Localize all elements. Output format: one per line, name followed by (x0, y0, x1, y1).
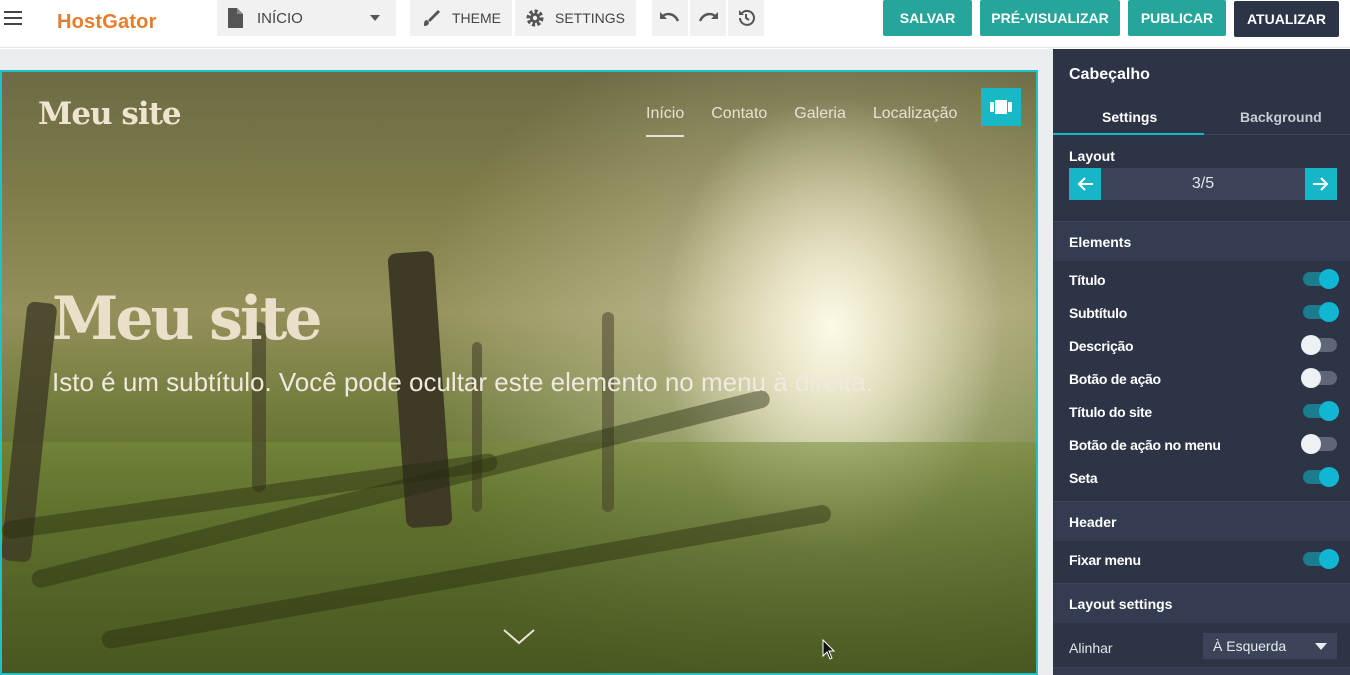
history-icon (739, 9, 755, 26)
active-tab-indicator (1053, 133, 1204, 135)
element-label: Botão de ação no menu (1069, 437, 1221, 453)
theme-label: THEME (452, 10, 501, 26)
element-row-subtitulo: Subtítulo (1069, 302, 1339, 324)
element-label: Subtítulo (1069, 305, 1127, 321)
page-icon (228, 8, 243, 28)
header-heading-label: Header (1069, 514, 1117, 530)
hero-section[interactable]: Meu site Início Contato Galeria Localiza… (0, 70, 1038, 675)
site-title[interactable]: Meu site (38, 96, 182, 132)
layout-stepper: 3/5 (1069, 168, 1337, 200)
layout-heading-label: Layout (1069, 148, 1115, 164)
settings-label: SETTINGS (555, 10, 626, 26)
chevron-down-icon (370, 15, 380, 21)
align-label: Alinhar (1069, 640, 1113, 656)
settings-button[interactable]: SETTINGS (515, 0, 636, 36)
arrow-left-icon (1077, 177, 1093, 191)
preview-button[interactable]: PRÉ-VISUALIZAR (980, 0, 1120, 36)
hamburger-menu-icon[interactable] (4, 8, 26, 30)
undo-button[interactable] (652, 0, 688, 36)
elements-heading-label: Elements (1069, 234, 1132, 250)
editor-canvas: Meu site Início Contato Galeria Localiza… (0, 49, 1053, 675)
panel-bottom-divider (1053, 667, 1350, 675)
align-select[interactable]: À Esquerda (1203, 633, 1337, 659)
scroll-down-chevron-icon[interactable] (502, 628, 536, 651)
gear-icon (526, 9, 544, 27)
element-label: Título (1069, 272, 1106, 288)
history-button[interactable] (728, 0, 764, 36)
layout-value: 3/5 (1191, 175, 1215, 192)
hostgator-logo: HostGator (57, 11, 157, 33)
nav-item-localizacao[interactable]: Localização (873, 105, 958, 137)
layout-carousel-icon (990, 100, 1012, 114)
publish-button[interactable]: PUBLICAR (1128, 0, 1226, 36)
theme-button[interactable]: THEME (410, 0, 512, 36)
top-toolbar: HostGator INÍCIO THEME SETTINGS SALVAR P… (0, 0, 1350, 48)
tree-trunk (602, 312, 614, 512)
hero-title[interactable]: Meu site (52, 284, 323, 354)
toggle-botao-acao[interactable] (1301, 368, 1337, 388)
header-section-heading: Header (1053, 501, 1350, 541)
nav-item-galeria[interactable]: Galeria (794, 105, 846, 137)
layout-prev-button[interactable] (1069, 168, 1101, 200)
element-row-botao-acao-menu: Botão de ação no menu (1069, 434, 1337, 456)
toggle-titulo[interactable] (1303, 269, 1339, 289)
tab-background[interactable]: Background (1240, 109, 1322, 125)
toggle-descricao[interactable] (1301, 335, 1337, 355)
panel-tabs: Settings Background (1053, 100, 1350, 135)
toggle-titulo-site[interactable] (1303, 401, 1339, 421)
element-row-botao-acao: Botão de ação (1069, 368, 1337, 390)
update-button[interactable]: ATUALIZAR (1234, 1, 1339, 37)
redo-button[interactable] (690, 0, 726, 36)
mouse-cursor-icon (822, 638, 836, 666)
layout-settings-section-heading: Layout settings (1053, 583, 1350, 623)
layout-settings-heading-label: Layout settings (1069, 596, 1173, 612)
element-label: Seta (1069, 470, 1098, 486)
page-select-label: INÍCIO (257, 9, 303, 27)
arrow-right-icon (1313, 177, 1329, 191)
element-row-descricao: Descrição (1069, 335, 1337, 357)
element-label: Título do site (1069, 404, 1152, 420)
element-label: Descrição (1069, 338, 1134, 354)
undo-icon (660, 12, 680, 22)
redo-icon (698, 12, 718, 22)
align-row: Alinhar À Esquerda (1069, 633, 1337, 659)
chevron-down-icon (1315, 643, 1327, 650)
align-select-value: À Esquerda (1213, 638, 1287, 654)
edit-section-button[interactable] (981, 88, 1021, 126)
element-row-seta: Seta (1069, 467, 1339, 489)
fix-menu-row: Fixar menu (1069, 549, 1339, 571)
elements-section-heading: Elements (1053, 221, 1350, 261)
fix-menu-label: Fixar menu (1069, 552, 1141, 568)
toggle-botao-acao-menu[interactable] (1301, 434, 1337, 454)
layout-next-button[interactable] (1305, 168, 1337, 200)
toggle-fixar-menu[interactable] (1303, 549, 1339, 569)
brush-icon (424, 10, 440, 26)
save-button[interactable]: SALVAR (883, 0, 972, 36)
hero-subtitle[interactable]: Isto é um subtítulo. Você pode ocultar e… (52, 364, 932, 400)
element-row-titulo: Título (1069, 269, 1339, 291)
header-settings-panel: Cabeçalho Settings Background Layout 3/5… (1053, 49, 1350, 675)
toggle-subtitulo[interactable] (1303, 302, 1339, 322)
tab-settings[interactable]: Settings (1102, 109, 1157, 125)
nav-item-inicio[interactable]: Início (646, 105, 685, 137)
element-row-titulo-site: Título do site (1069, 401, 1339, 423)
toggle-seta[interactable] (1303, 467, 1339, 487)
site-nav: Início Contato Galeria Localização (646, 105, 984, 137)
panel-title: Cabeçalho (1069, 66, 1150, 83)
element-label: Botão de ação (1069, 371, 1161, 387)
page-select[interactable]: INÍCIO (217, 0, 396, 36)
nav-item-contato[interactable]: Contato (711, 105, 767, 137)
